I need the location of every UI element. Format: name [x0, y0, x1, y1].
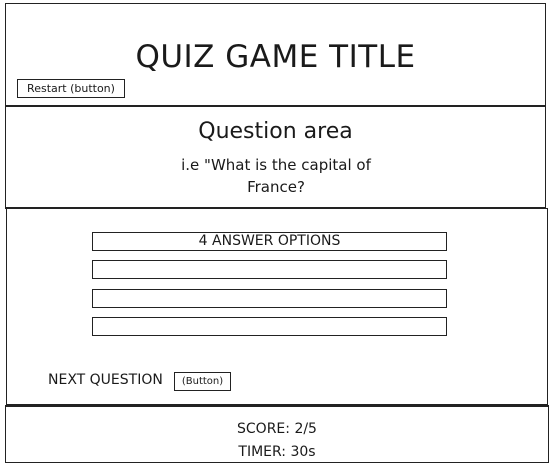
- header-panel: QUIZ GAME TITLE Restart (button): [5, 3, 546, 106]
- next-question-button[interactable]: (Button): [174, 372, 231, 391]
- page-title: QUIZ GAME TITLE: [135, 39, 416, 75]
- score-display: SCORE: 2/5: [237, 421, 317, 437]
- timer-display: TIMER: 30s: [238, 444, 316, 460]
- question-area: Question area i.e "What is the capital o…: [5, 106, 546, 209]
- status-footer: SCORE: 2/5 TIMER: 30s: [5, 405, 549, 463]
- answer-option-2[interactable]: [92, 260, 447, 279]
- restart-button[interactable]: Restart (button): [17, 79, 125, 98]
- answer-option-1[interactable]: 4 ANSWER OPTIONS: [92, 232, 447, 251]
- next-question-label: NEXT QUESTION: [48, 372, 163, 388]
- question-text: i.e "What is the capital of France?: [181, 156, 371, 196]
- answer-option-3[interactable]: [92, 289, 447, 308]
- question-heading: Question area: [198, 119, 353, 144]
- answers-area: 4 ANSWER OPTIONS NEXT QUESTION (Button): [6, 208, 548, 405]
- answer-option-4[interactable]: [92, 317, 447, 336]
